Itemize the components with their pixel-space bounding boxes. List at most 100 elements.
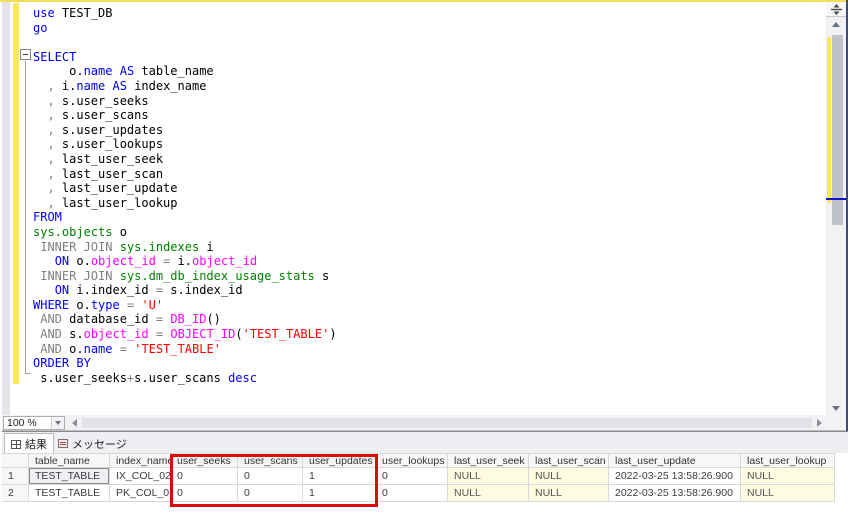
code-line: s.user_seeks+s.user_scans desc (33, 371, 337, 386)
zoom-level-value: 100 % (4, 417, 51, 429)
code-line: , s.user_seeks (33, 94, 337, 109)
code-line: , last_user_update (33, 181, 337, 196)
results-grid-icon (11, 440, 21, 449)
grid-cell[interactable]: NULL (741, 468, 835, 485)
code-line: SELECT (33, 50, 337, 65)
grid-cell[interactable]: TEST_TABLE (29, 468, 110, 485)
code-line: WHERE o.type = 'U' (33, 298, 337, 313)
table-row: 1TEST_TABLEIX_COL_020010NULLNULL2022-03-… (2, 468, 848, 485)
row-header[interactable]: 2 (2, 485, 29, 502)
code-line: INNER JOIN sys.indexes i (33, 240, 337, 255)
grid-cell[interactable]: NULL (448, 468, 529, 485)
scroll-down-button[interactable] (826, 401, 846, 415)
column-header-last_user_seek[interactable]: last_user_seek (448, 453, 529, 468)
code-line: INNER JOIN sys.dm_db_index_usage_stats s (33, 269, 337, 284)
code-line: ORDER BY (33, 356, 337, 371)
code-line: , last_user_seek (33, 152, 337, 167)
hscrollbar-thumb[interactable] (82, 418, 812, 428)
horizontal-scrollbar[interactable] (68, 416, 826, 430)
code-line: AND o.name = 'TEST_TABLE' (33, 342, 337, 357)
caret-position-marker (826, 198, 846, 200)
grid-cell[interactable]: TEST_TABLE (29, 485, 110, 502)
table-row: 2TEST_TABLEPK_COL_010010NULLNULL2022-03-… (2, 485, 848, 502)
scroll-right-button[interactable] (813, 416, 826, 430)
grid-cell[interactable]: NULL (448, 485, 529, 502)
tab-results-label: 結果 (25, 436, 47, 452)
scrollbar-thumb[interactable] (832, 35, 843, 225)
grid-cell[interactable]: 2022-03-25 13:58:26.900 (609, 485, 741, 502)
query-editor-window: use TEST_DBgo SELECT o.name AS table_nam… (0, 0, 848, 517)
code-line: AND database_id = DB_ID() (33, 312, 337, 327)
grid-header-row: table_nameindex_nameuser_seeksuser_scans… (2, 453, 848, 468)
code-line: FROM (33, 210, 337, 225)
column-header-table_name[interactable]: table_name (29, 453, 110, 468)
collapse-toggle-icon[interactable] (20, 49, 31, 60)
grid-cell[interactable]: 0 (171, 485, 238, 502)
scroll-up-icon (832, 22, 840, 27)
column-header-user_scans[interactable]: user_scans (238, 453, 303, 468)
scroll-right-icon (817, 419, 822, 427)
grid-cell[interactable]: NULL (741, 485, 835, 502)
change-tracking-bar (13, 3, 19, 384)
zoom-select[interactable]: 100 % (3, 416, 65, 430)
grid-cell[interactable]: 1 (303, 485, 376, 502)
code-line (33, 35, 337, 50)
scroll-change-annotation (827, 37, 831, 203)
split-editor-handle[interactable] (826, 2, 846, 17)
scrollbar-track[interactable] (826, 31, 846, 401)
grid-cell[interactable]: 0 (238, 468, 303, 485)
grid-corner-cell[interactable] (2, 453, 29, 468)
code-line: AND s.object_id = OBJECT_ID('TEST_TABLE'… (33, 327, 337, 342)
column-header-user_lookups[interactable]: user_lookups (376, 453, 448, 468)
grid-cell[interactable]: 0 (238, 485, 303, 502)
grid-cell[interactable]: 0 (376, 485, 448, 502)
code-line: o.name AS table_name (33, 64, 337, 79)
code-line: , s.user_updates (33, 123, 337, 138)
grid-cell[interactable]: PK_COL_01 (110, 485, 171, 502)
dropdown-arrow-icon (55, 421, 61, 425)
column-header-user_updates[interactable]: user_updates (303, 453, 376, 468)
split-editor-icon (831, 4, 842, 15)
row-header[interactable]: 1 (2, 468, 29, 485)
zoom-dropdown-button[interactable] (51, 417, 64, 429)
grid-cell[interactable]: NULL (529, 468, 609, 485)
code-line: , s.user_lookups (33, 137, 337, 152)
column-header-last_user_lookup[interactable]: last_user_lookup (741, 453, 835, 468)
code-line: go (33, 21, 337, 36)
results-tab-bar: 結果 メッセージ (2, 431, 848, 453)
scroll-left-icon (72, 419, 77, 427)
tab-messages[interactable]: メッセージ (52, 433, 133, 454)
code-line: use TEST_DB (33, 6, 337, 21)
results-grid[interactable]: table_nameindex_nameuser_seeksuser_scans… (2, 453, 848, 517)
grid-body: 1TEST_TABLEIX_COL_020010NULLNULL2022-03-… (2, 468, 848, 502)
outline-region-line (25, 61, 26, 374)
indicator-margin (2, 2, 10, 415)
code-text[interactable]: use TEST_DBgo SELECT o.name AS table_nam… (33, 6, 337, 385)
column-header-last_user_update[interactable]: last_user_update (609, 453, 741, 468)
vertical-scrollbar[interactable] (826, 2, 846, 415)
sql-editor[interactable]: use TEST_DBgo SELECT o.name AS table_nam… (2, 2, 826, 415)
grid-cell[interactable]: 1 (303, 468, 376, 485)
tab-results[interactable]: 結果 (4, 433, 54, 454)
grid-cell[interactable]: 0 (376, 468, 448, 485)
column-header-index_name[interactable]: index_name (110, 453, 171, 468)
column-header-user_seeks[interactable]: user_seeks (171, 453, 238, 468)
grid-cell[interactable]: IX_COL_02 (110, 468, 171, 485)
outline-region-end (25, 373, 31, 374)
scroll-up-button[interactable] (826, 17, 846, 31)
code-line: , last_user_lookup (33, 196, 337, 211)
grid-cell[interactable]: 2022-03-25 13:58:26.900 (609, 468, 741, 485)
editor-bottom-strip: 100 % (2, 415, 846, 431)
grid-cell[interactable]: 0 (171, 468, 238, 485)
grid-cell[interactable]: NULL (529, 485, 609, 502)
code-line: sys.objects o (33, 225, 337, 240)
code-line: ON o.object_id = i.object_id (33, 254, 337, 269)
scroll-down-icon (832, 406, 840, 411)
column-header-last_user_scan[interactable]: last_user_scan (529, 453, 609, 468)
code-line: , i.name AS index_name (33, 79, 337, 94)
code-line: ON i.index_id = s.index_id (33, 283, 337, 298)
code-line: , last_user_scan (33, 167, 337, 182)
tab-messages-label: メッセージ (72, 436, 127, 452)
code-line: , s.user_scans (33, 108, 337, 123)
scroll-left-button[interactable] (68, 416, 81, 430)
